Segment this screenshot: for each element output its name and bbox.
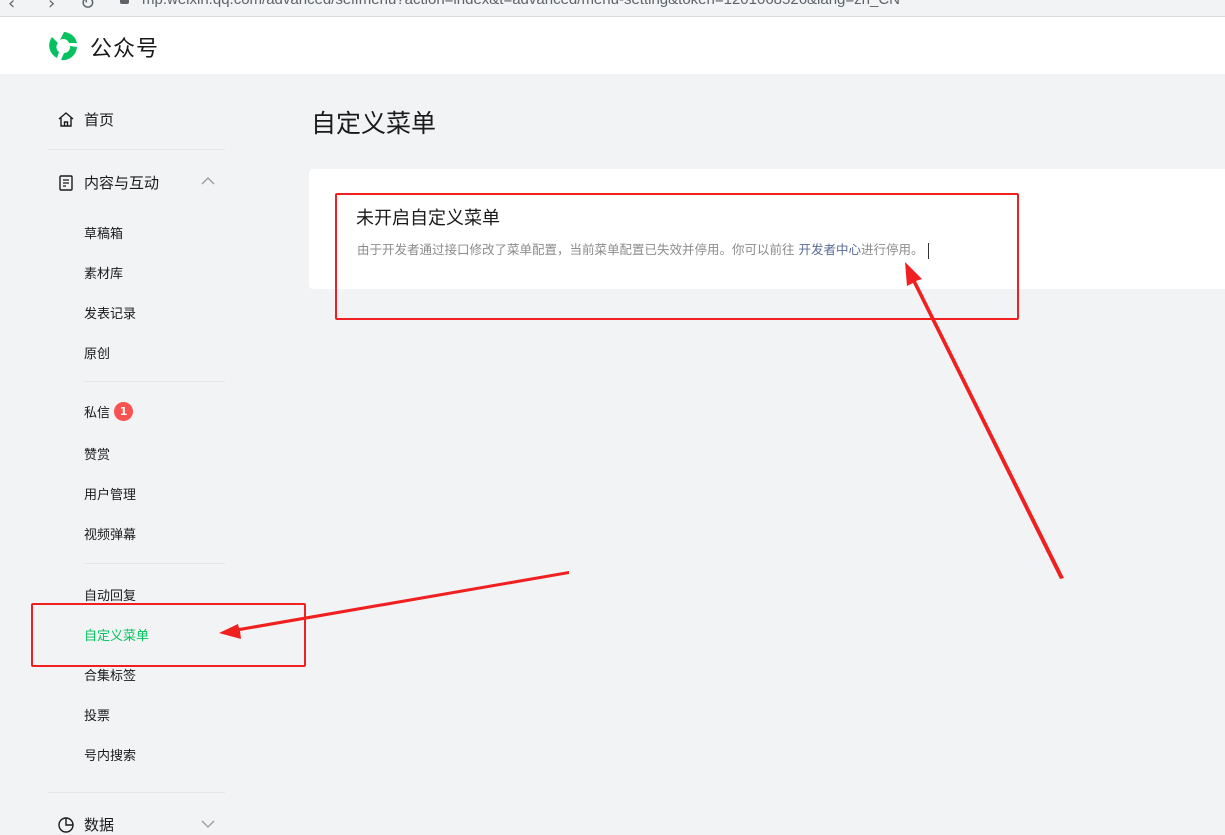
logo-text[interactable]: 公众号 <box>90 31 159 63</box>
sidebar-section-label: 内容与互动 <box>84 174 160 192</box>
sidebar-section-content[interactable]: 内容与互动 <box>57 172 159 193</box>
sidebar-divider <box>48 149 225 150</box>
url-text[interactable]: mp.weixin.qq.com/advanced/selfmenu?actio… <box>142 0 900 8</box>
forward-arrow-icon[interactable]: › <box>48 0 55 14</box>
sidebar-item-private-messages[interactable]: 私信 1 <box>84 402 134 421</box>
browser-url-bar[interactable]: ‹ › ↻ mp.weixin.qq.com/advanced/selfmenu… <box>0 0 1225 17</box>
sidebar-section-label: 数据 <box>84 816 115 834</box>
app-header: 公众号 <box>0 17 1225 74</box>
sidebar-item-video-danmaku[interactable]: 视频弹幕 <box>84 524 136 543</box>
sidebar-item-publish-history[interactable]: 发表记录 <box>84 303 136 322</box>
sidebar-item-home[interactable]: 首页 <box>57 109 114 130</box>
sidebar-section-data[interactable]: 数据 <box>57 814 114 835</box>
sidebar-divider <box>84 563 225 564</box>
page-title: 自定义菜单 <box>311 109 437 138</box>
sidebar-item-original[interactable]: 原创 <box>84 343 110 362</box>
sidebar-item-label: 首页 <box>84 111 115 129</box>
chevron-up-icon[interactable] <box>200 173 216 189</box>
sidebar-item-auto-reply[interactable]: 自动回复 <box>84 585 136 604</box>
annotation-box-notice <box>335 193 1019 320</box>
chevron-down-icon[interactable] <box>200 816 216 832</box>
sidebar-divider <box>84 381 225 382</box>
home-icon <box>58 111 74 127</box>
document-icon <box>59 174 73 191</box>
sidebar-divider <box>48 792 225 793</box>
sidebar-item-drafts[interactable]: 草稿箱 <box>84 223 123 242</box>
pie-chart-icon <box>58 816 74 833</box>
unread-badge: 1 <box>114 402 134 421</box>
sidebar: 首页 内容与互动 草稿箱 素材库 发表记录 原创 私信 1 赞赏 用户管理 视频… <box>0 74 260 834</box>
annotation-box-custom-menu <box>31 603 306 667</box>
sidebar-item-materials[interactable]: 素材库 <box>84 263 123 282</box>
lock-icon <box>120 0 129 4</box>
sidebar-item-collection-tags[interactable]: 合集标签 <box>84 665 136 684</box>
sidebar-item-in-account-search[interactable]: 号内搜索 <box>84 745 136 764</box>
wechat-official-account-logo-icon[interactable] <box>47 29 81 63</box>
back-arrow-icon[interactable]: ‹ <box>8 0 15 14</box>
reload-icon[interactable]: ↻ <box>80 0 95 14</box>
sidebar-item-vote[interactable]: 投票 <box>84 705 110 724</box>
sidebar-item-rewards[interactable]: 赞赏 <box>84 444 110 463</box>
sidebar-item-user-management[interactable]: 用户管理 <box>84 484 136 503</box>
